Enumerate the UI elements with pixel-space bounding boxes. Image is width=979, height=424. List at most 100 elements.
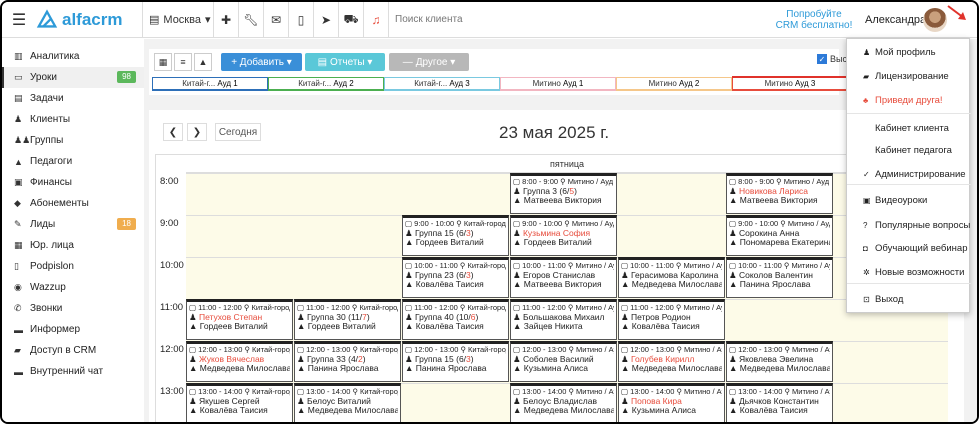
user-name[interactable]: Александра xyxy=(853,14,926,26)
checkbox-icon: ▢ xyxy=(405,303,415,312)
lesson-card[interactable]: ▢ 9:00 - 10:00 ⚲ Митино / Ауд 3♟ Сорокин… xyxy=(726,215,833,256)
lesson-card[interactable]: ▢ 11:00 - 12:00 ⚲ Митино / Ауд♟ Петров Р… xyxy=(618,299,725,340)
lesson-card[interactable]: ▢ 10:00 - 11:00 ⚲ Митино / Ауд 3♟ Соколо… xyxy=(726,257,833,298)
menu-item-9[interactable]: ✲ Новые возможности xyxy=(847,262,971,282)
next-arrow-icon[interactable]: ❯ xyxy=(187,123,207,141)
lesson-card[interactable]: ▢ 13:00 - 14:00 ⚲ Митино / Ауд♟ Дьячков … xyxy=(726,383,833,422)
sidebar-item-15[interactable]: ▬ Внутренний чат xyxy=(2,361,144,382)
sidebar-item-14[interactable]: ▰ Доступ в CRM xyxy=(2,340,144,361)
menu-item-4[interactable]: Кабинет педагога xyxy=(847,140,971,160)
plus-icon[interactable]: ✚ xyxy=(214,2,238,38)
logo[interactable]: alfacrm xyxy=(36,8,142,31)
list-view-icon[interactable]: ≡ xyxy=(174,53,192,71)
sidebar-item-6[interactable]: ▣ Финансы xyxy=(2,172,144,193)
lesson-card[interactable]: ▢ 8:00 - 9:00 ⚲ Митино / Ауд 1♟ Группа 3… xyxy=(510,173,617,214)
lesson-card[interactable]: ▢ 9:00 - 10:00 ⚲ Китай-город / ♟ Группа 1… xyxy=(402,215,509,256)
lesson-card[interactable]: ▢ 11:00 - 12:00 ⚲ Китай-город /♟ Группа … xyxy=(294,299,401,340)
graduation-icon: ▲ xyxy=(621,322,632,331)
search-input[interactable]: Поиск клиента xyxy=(395,14,775,25)
sidebar-item-5[interactable]: ▲ Педагоги xyxy=(2,151,144,172)
bell-icon[interactable]: ♫ xyxy=(364,2,388,38)
sidebar-item-13[interactable]: ▬ Информер xyxy=(2,319,144,340)
lesson-card[interactable]: ▢ 10:00 - 11:00 ⚲ Митино / Ауд♟ Герасимо… xyxy=(618,257,725,298)
room-filter-1[interactable]: Китай-г... Ауд 2 xyxy=(268,77,384,91)
lesson-card[interactable]: ▢ 12:00 - 13:00 ⚲ Китай-город /♟ Группа … xyxy=(294,341,401,382)
lesson-card[interactable]: ▢ 12:00 - 13:00 ⚲ Митино / Ауд♟ Яковлева… xyxy=(726,341,833,382)
lesson-card[interactable]: ▢ 13:00 - 14:00 ⚲ Митино / Ауд 1♟ Белоус… xyxy=(510,383,617,422)
menu-item-7[interactable]: ? Популярные вопросы xyxy=(847,215,971,235)
phone-icon[interactable]: ▯ xyxy=(289,2,313,38)
today-button[interactable]: Сегодня xyxy=(215,123,261,141)
room-filter-0[interactable]: Китай-г... Ауд 1 xyxy=(152,77,268,91)
lesson-card[interactable]: ▢ 13:00 - 14:00 ⚲ Китай-город /♟ Белоус … xyxy=(294,383,401,422)
reports-button[interactable]: ▤ Отчеты ▾ xyxy=(305,53,385,71)
room-filter-2[interactable]: Китай-г... Ауд 3 xyxy=(384,77,500,91)
lesson-card[interactable]: ▢ 12:00 - 13:00 ⚲ Китай-город /♟ Жуков В… xyxy=(186,341,293,382)
sidebar-item-9[interactable]: ▦ Юр. лица xyxy=(2,235,144,256)
sidebar-item-12[interactable]: ✆ Звонки xyxy=(2,298,144,319)
sidebar-item-2[interactable]: ▤ Задачи xyxy=(2,88,144,109)
lesson-card[interactable]: ▢ 12:00 - 13:00 ⚲ Митино / Ауд 1♟ Соболе… xyxy=(510,341,617,382)
lesson-card[interactable]: ▢ 9:00 - 10:00 ⚲ Митино / Ауд 1♟ Кузьмин… xyxy=(510,215,617,256)
lesson-teacher-row: ▲ Медведева Милослава xyxy=(513,406,614,416)
student-name: Дьячков Константин xyxy=(738,396,819,406)
add-button[interactable]: + Добавить ▾ xyxy=(221,53,302,71)
teacher-name: Матвеева Виктория xyxy=(523,196,602,205)
sidebar-item-0[interactable]: ▥ Аналитика xyxy=(2,46,144,67)
sidebar-item-3[interactable]: ♟ Клиенты xyxy=(2,109,144,130)
menu-item-0[interactable]: ♟ Мой профиль xyxy=(847,42,971,62)
room-filter-5[interactable]: Митино Ауд 3 xyxy=(732,77,848,91)
pin-icon: ⚲ xyxy=(242,387,253,396)
sidebar-item-1[interactable]: ▭ Уроки 98 xyxy=(2,67,144,88)
menu-item-5[interactable]: ✓ Администрирование xyxy=(847,164,971,184)
menu-item-10[interactable]: ⊡ Выход xyxy=(847,289,971,309)
telegram-icon[interactable]: ➤ xyxy=(314,2,338,38)
lesson-header: ▢ 9:00 - 10:00 ⚲ Китай-город / xyxy=(405,219,506,229)
lesson-teacher-row: ▲ Гордеев Виталий xyxy=(189,322,290,332)
prev-arrow-icon[interactable]: ❮ xyxy=(163,123,183,141)
lesson-teacher-row: ▲ Матвеева Виктория xyxy=(729,196,830,206)
avatar[interactable] xyxy=(923,7,947,32)
sidebar-item-10[interactable]: ▯ Podpislon xyxy=(2,256,144,277)
lesson-card[interactable]: ▢ 8:00 - 9:00 ⚲ Митино / Ауд 3♟ Новикова… xyxy=(726,173,833,214)
cart-icon[interactable]: ⛟ xyxy=(339,2,363,38)
day-grid: пятница 8:00 9:00 10:00 11:00 12:00 13:00 ▢ 8:… xyxy=(155,154,948,422)
lesson-subject: ♟ Соболев Василий xyxy=(513,355,614,365)
wrench-icon[interactable]: 🔧︎ xyxy=(239,2,263,38)
menu-item-8[interactable]: ◘ Обучающий вебинар xyxy=(847,238,971,258)
lesson-header: ▢ 11:00 - 12:00 ⚲ Китай-город / xyxy=(297,303,398,313)
lesson-card[interactable]: ▢ 13:00 - 14:00 ⚲ Митино / Ауд♟ Попова К… xyxy=(618,383,725,422)
chat-icon: ▬ xyxy=(14,366,23,377)
lesson-card[interactable]: ▢ 11:00 - 12:00 ⚲ Китай-город /♟ Петухов… xyxy=(186,299,293,340)
teacher-name: Кузьмина Алиса xyxy=(631,406,697,415)
menu-item-2[interactable]: ♣ Приведи друга! xyxy=(847,90,971,110)
lesson-card[interactable]: ▢ 10:00 - 11:00 ⚲ Митино / Ауд 1♟ Егоров… xyxy=(510,257,617,298)
calendar-view-icon[interactable]: ▦ xyxy=(154,53,172,71)
room-filter-3[interactable]: Митино Ауд 1 xyxy=(500,77,616,91)
sidebar-item-7[interactable]: ◆ Абонементы xyxy=(2,193,144,214)
checkbox-icon: ▢ xyxy=(189,387,199,396)
lesson-card[interactable]: ▢ 11:00 - 12:00 ⚲ Митино / Ауд 1♟ Больша… xyxy=(510,299,617,340)
lesson-card[interactable]: ▢ 12:00 - 13:00 ⚲ Митино / Ауд♟ Голубев … xyxy=(618,341,725,382)
sidebar-item-11[interactable]: ◉ Wazzup xyxy=(2,277,144,298)
lesson-card[interactable]: ▢ 10:00 - 11:00 ⚲ Китай-город /♟ Группа … xyxy=(402,257,509,298)
lesson-card[interactable]: ▢ 13:00 - 14:00 ⚲ Китай-город /♟ Якушев … xyxy=(186,383,293,422)
lesson-card[interactable]: ▢ 12:00 - 13:00 ⚲ Китай-город /♟ Группа … xyxy=(402,341,509,382)
city-selector[interactable]: ▤ Москва ▾ xyxy=(143,13,213,27)
room-filter-4[interactable]: Митино Ауд 2 xyxy=(616,77,732,91)
lesson-card[interactable]: ▢ 11:00 - 12:00 ⚲ Китай-город /♟ Группа … xyxy=(402,299,509,340)
menu-item-3[interactable]: Кабинет клиента xyxy=(847,118,971,138)
trial-promo-link[interactable]: Попробуйте CRM бесплатно! xyxy=(775,9,853,31)
other-button[interactable]: — Другое ▾ xyxy=(389,53,469,71)
graduation-icon: ▲ xyxy=(621,406,632,415)
sidebar-item-8[interactable]: ✎ Лиды 18 xyxy=(2,214,144,235)
menu-item-6[interactable]: ▣ Видеоуроки xyxy=(847,190,971,210)
hour-label: 8:00 xyxy=(160,176,179,187)
checkbox-icon: ▢ xyxy=(729,261,739,270)
menu-item-1[interactable]: ▰ Лицензирование xyxy=(847,66,971,86)
menu-icon[interactable]: ☰ xyxy=(2,10,36,30)
sidebar-item-4[interactable]: ♟♟ Группы xyxy=(2,130,144,151)
graduation-icon[interactable]: ▲ xyxy=(194,53,212,71)
mail-icon[interactable]: ✉ xyxy=(264,2,288,38)
lesson-time: 13:00 - 14:00 xyxy=(522,387,567,396)
